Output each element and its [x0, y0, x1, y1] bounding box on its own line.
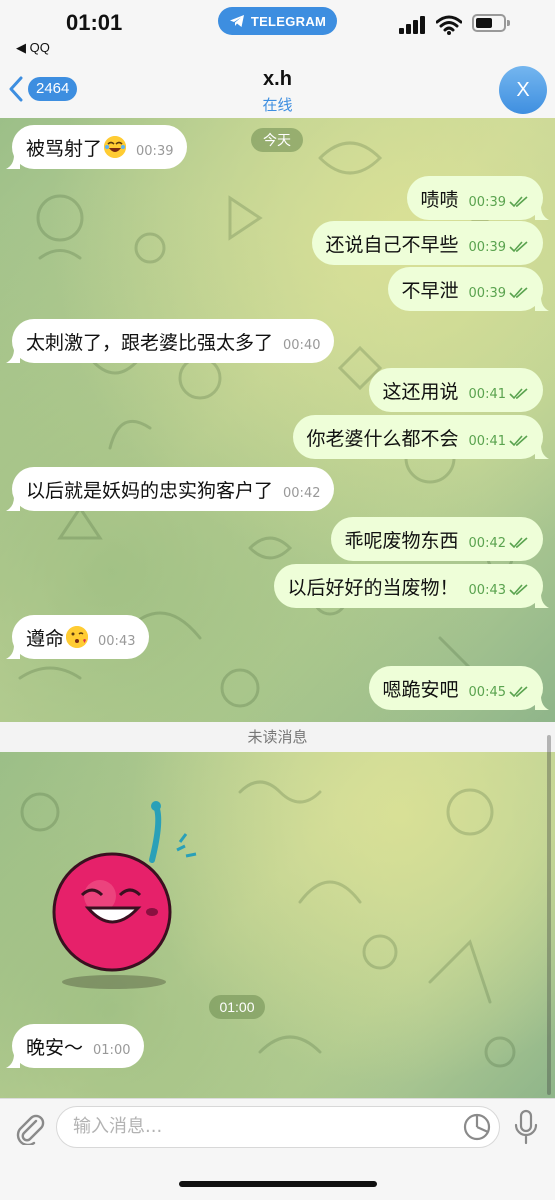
chat-title[interactable]: x.h	[0, 68, 555, 91]
message-incoming[interactable]: 晚安～ 01:00	[6, 1024, 145, 1068]
cherry-sticker-icon	[52, 801, 197, 989]
telegram-pill-label: TELEGRAM	[250, 13, 327, 29]
read-checkmarks-icon	[509, 537, 528, 549]
status-bar: 01:01 ◀ QQ TELEGRAM	[0, 0, 555, 62]
sticker-time-badge: 01:00	[209, 995, 265, 1019]
chat-wallpaper-lower: 01:00 晚安～ 01:00	[0, 752, 555, 1098]
back-to-app-link[interactable]: ◀ QQ	[16, 40, 50, 56]
contact-avatar[interactable]: X	[499, 66, 547, 114]
message-outgoing[interactable]: 嗯跪安吧 00:45	[368, 666, 549, 710]
battery-icon	[472, 14, 510, 32]
status-time: 01:01	[66, 10, 123, 35]
message-outgoing[interactable]: 不早泄 00:39	[387, 267, 549, 311]
unread-messages-divider: 未读消息	[0, 722, 555, 752]
cherry-sticker[interactable]	[52, 800, 212, 990]
wifi-icon	[436, 15, 462, 35]
telegram-pill[interactable]: TELEGRAM	[218, 7, 337, 35]
date-separator: 今天	[251, 128, 303, 152]
message-outgoing[interactable]: 还说自己不早些 00:39	[311, 221, 543, 265]
message-incoming[interactable]: 太刺激了，跟老婆比强太多了 00:40	[6, 319, 335, 363]
message-input[interactable]: 输入消息...	[56, 1106, 500, 1148]
telegram-plane-icon	[229, 15, 244, 27]
home-indicator[interactable]	[179, 1181, 377, 1187]
message-incoming[interactable]: 被骂射了 00:39	[6, 125, 188, 169]
message-incoming[interactable]: 以后就是妖妈的忠实狗客户了 00:42	[6, 467, 335, 511]
read-checkmarks-icon	[509, 435, 528, 447]
online-status: 在线	[262, 96, 293, 114]
message-composer: 输入消息...	[0, 1098, 555, 1200]
message-outgoing[interactable]: 乖呢废物东西 00:42	[330, 517, 543, 561]
microphone-icon[interactable]	[512, 1109, 540, 1145]
joy-emoji-icon	[104, 136, 127, 158]
read-checkmarks-icon	[509, 241, 528, 253]
chat-wallpaper: 今天 被骂射了 00:39 啧啧 00:39 还说自己不早些 00:39 不早泄…	[0, 118, 555, 722]
read-checkmarks-icon	[509, 196, 528, 208]
message-outgoing[interactable]: 啧啧 00:39	[406, 176, 549, 220]
message-outgoing[interactable]: 以后好好的当废物！ 00:43	[273, 564, 549, 608]
message-outgoing[interactable]: 这还用说 00:41	[368, 368, 543, 412]
message-incoming[interactable]: 遵命 00:43	[6, 615, 150, 659]
sticker-icon[interactable]	[462, 1112, 492, 1142]
message-outgoing[interactable]: 你老婆什么都不会 00:41	[292, 415, 549, 459]
kiss-emoji-icon	[66, 626, 89, 648]
scrollbar[interactable]	[547, 735, 551, 1095]
read-checkmarks-icon	[509, 287, 528, 299]
read-checkmarks-icon	[509, 388, 528, 400]
cellular-signal-icon	[399, 16, 425, 34]
read-checkmarks-icon	[509, 584, 528, 596]
chat-header: 2464 x.h 在线 X	[0, 62, 555, 118]
paperclip-icon[interactable]	[12, 1111, 46, 1145]
read-checkmarks-icon	[509, 686, 528, 698]
